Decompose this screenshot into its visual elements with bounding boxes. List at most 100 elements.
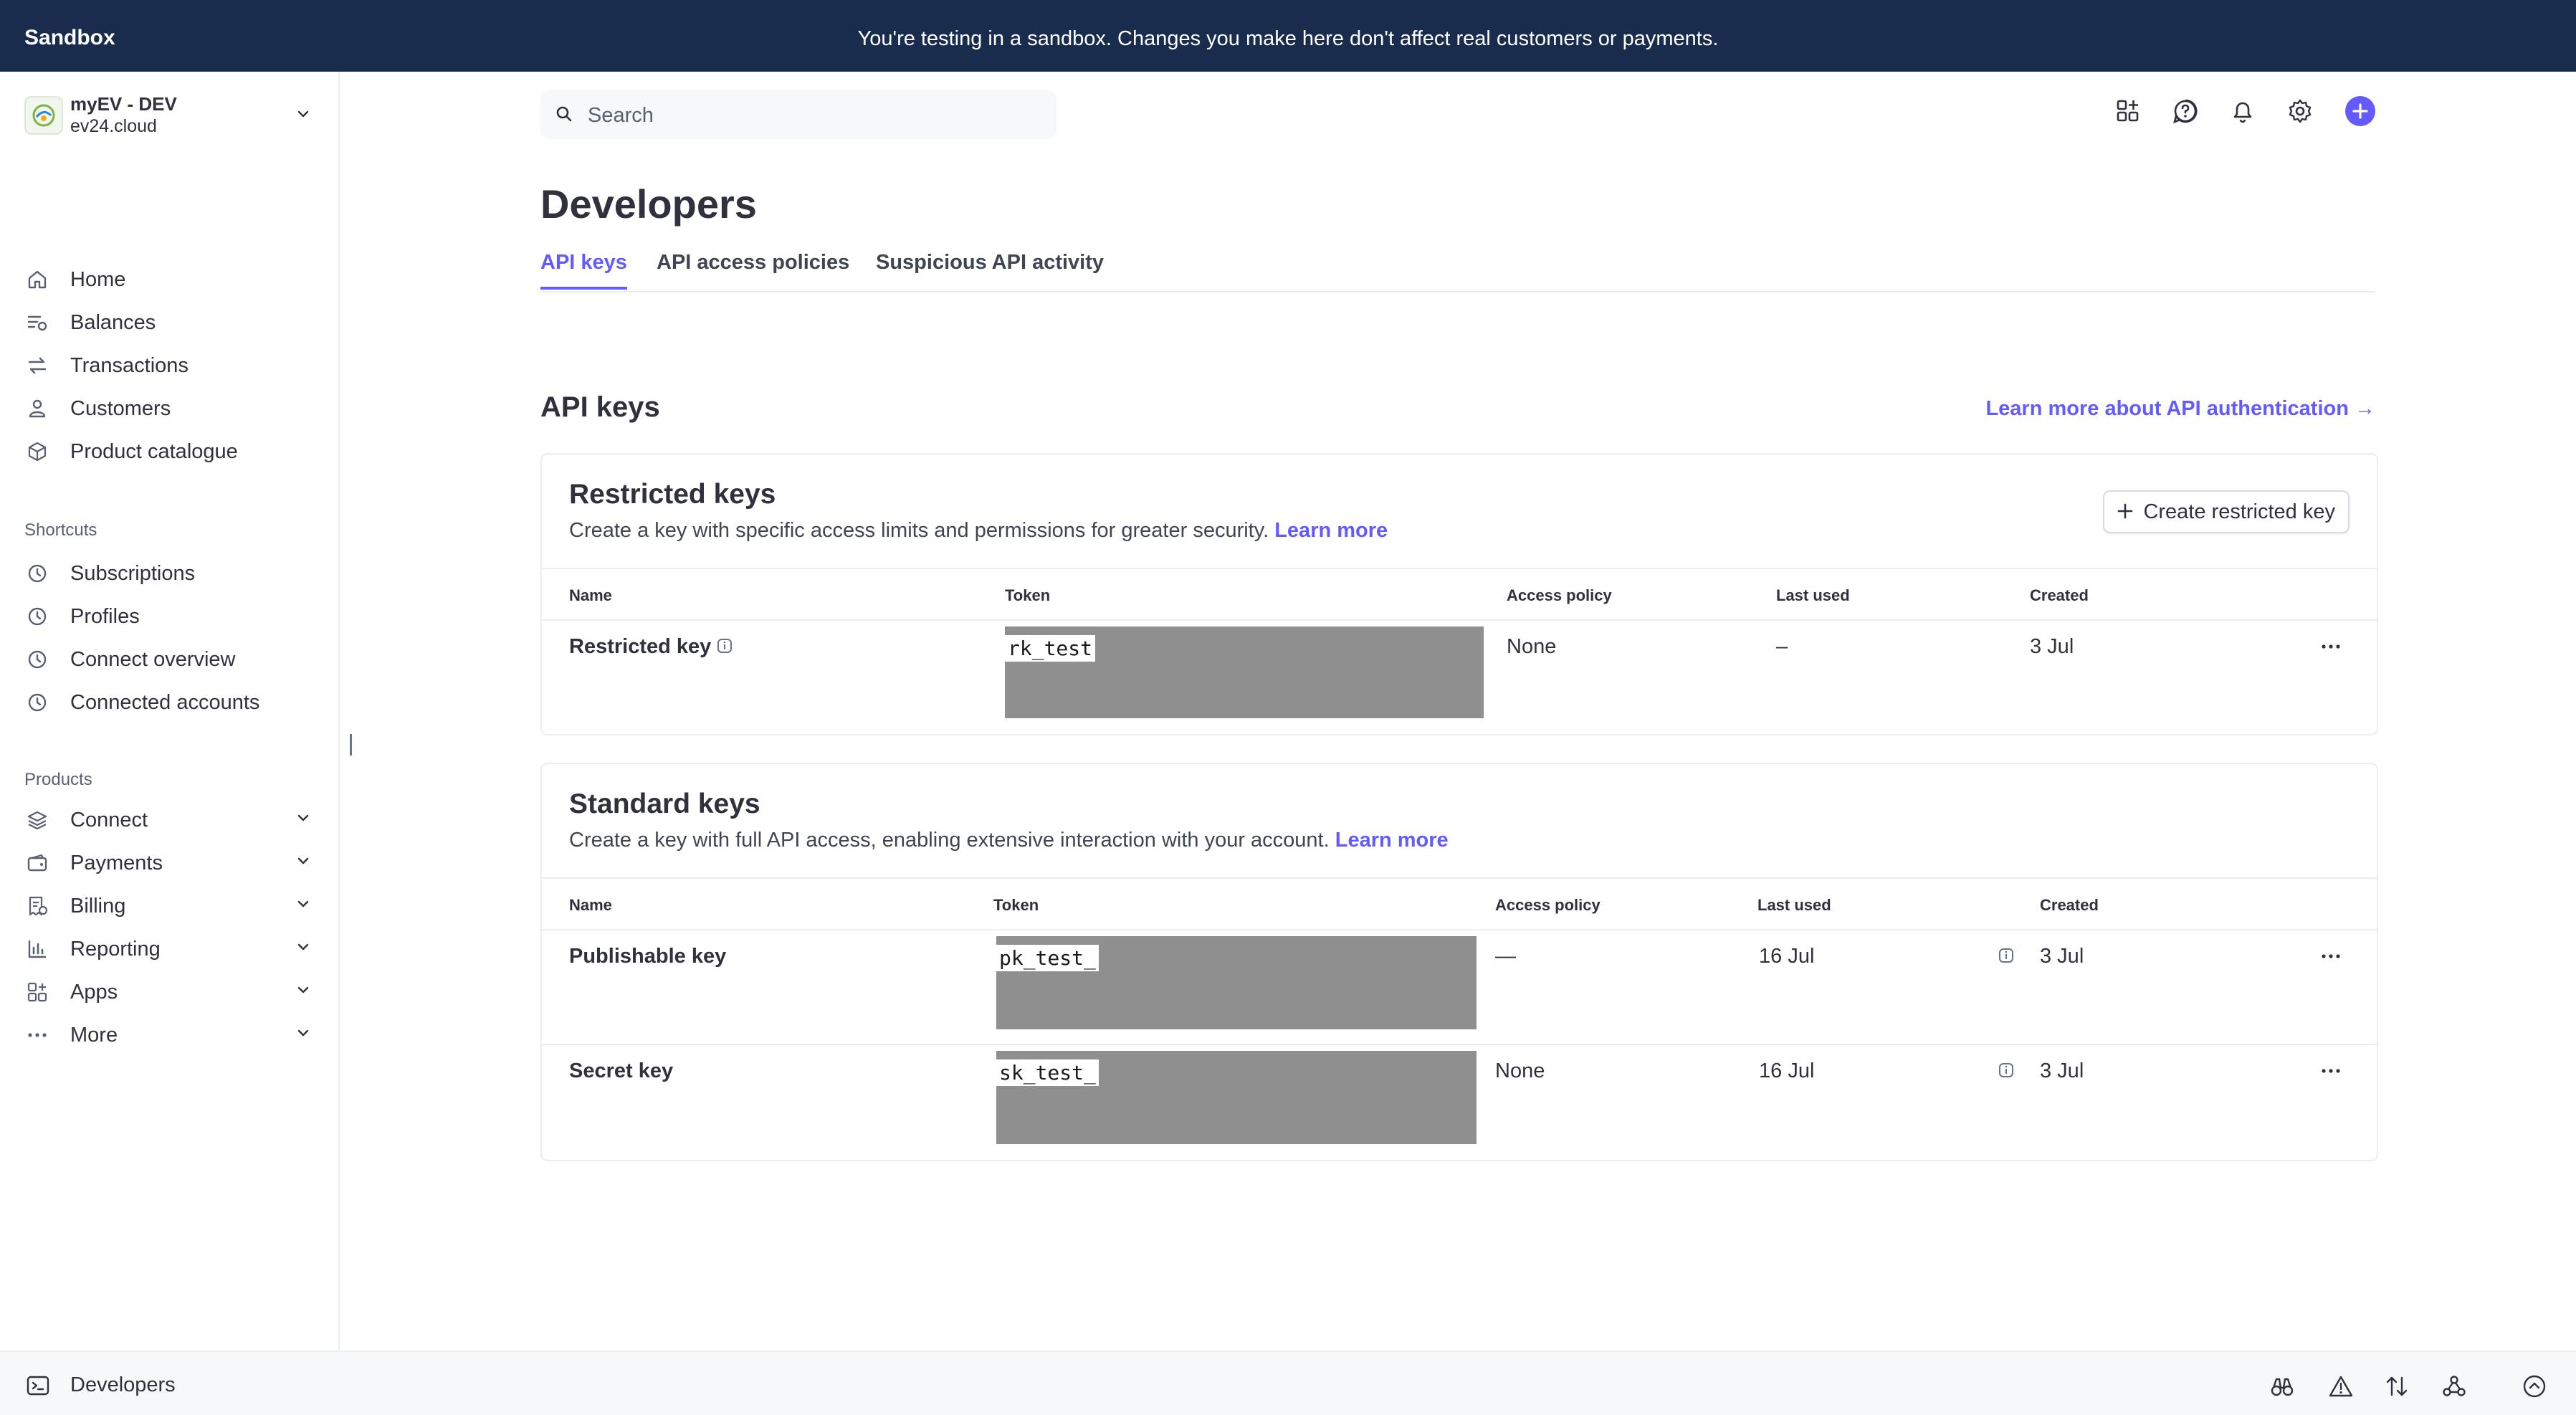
chevron-down-icon (297, 1029, 309, 1037)
divider (542, 929, 2377, 930)
products-title: Products (24, 770, 92, 789)
payments-icon (27, 854, 47, 872)
customers-icon (29, 399, 46, 418)
sidebar-item-label: Connected accounts (70, 691, 260, 714)
row-actions-icon[interactable] (2317, 639, 2345, 654)
last-used-value: – (1776, 635, 1788, 658)
standard-learn-more-link[interactable]: Learn more (1335, 829, 1449, 852)
sidebar-item-label: Billing (70, 895, 126, 918)
key-name: Restricted key (569, 635, 712, 658)
create-plus-button[interactable] (2345, 96, 2375, 126)
settings-gear-icon[interactable] (2285, 96, 2315, 126)
sidebar-item-customers[interactable]: Customers (24, 389, 311, 426)
sidebar-item-transactions[interactable]: Transactions (24, 346, 311, 383)
column-header-token: Token (993, 896, 1039, 914)
developers-label: Developers (70, 1373, 176, 1396)
key-name: Publishable key (569, 945, 727, 968)
created-value: 3 Jul (2040, 1059, 2084, 1082)
divider (542, 568, 2377, 569)
sidebar-item-connected-accounts[interactable]: Connected accounts (24, 682, 311, 720)
tab-api-keys[interactable]: API keys (540, 251, 627, 290)
sidebar-resize-handle[interactable] (350, 734, 352, 756)
sidebar-item-label: Product catalogue (70, 440, 238, 463)
column-header-created: Created (2040, 896, 2099, 914)
sidebar-item-payments[interactable]: Payments (24, 843, 311, 880)
access-policy-value: None (1495, 1059, 1545, 1082)
sidebar-item-subscriptions[interactable]: Subscriptions (24, 553, 311, 591)
account-switcher[interactable]: myEV - DEV ev24.cloud (24, 92, 311, 140)
bell-icon[interactable] (2228, 96, 2258, 126)
search-icon (556, 106, 572, 122)
section-title: API keys (540, 391, 660, 423)
standard-keys-title: Standard keys (569, 789, 760, 819)
create-restricted-key-button[interactable]: Create restricted key (2103, 490, 2350, 533)
token-prefix[interactable]: rk_test (1005, 635, 1096, 662)
balances-icon (27, 315, 47, 331)
sidebar-item-reporting[interactable]: Reporting (24, 929, 311, 966)
apps-icon (27, 982, 47, 1002)
sidebar-item-connect-overview[interactable]: Connect overview (24, 639, 311, 677)
access-policy-value: None (1507, 635, 1557, 658)
divider (542, 1044, 2377, 1045)
clock-icon (28, 564, 47, 583)
restricted-keys-description: Create a key with specific access limits… (569, 519, 1388, 543)
token-prefix[interactable]: sk_test_ (996, 1059, 1099, 1086)
sidebar-item-profiles[interactable]: Profiles (24, 596, 311, 634)
chevron-down-icon (297, 943, 309, 951)
restricted-keys-card: Restricted keys Create a key with specif… (540, 453, 2378, 735)
last-used-value: 16 Jul (1759, 945, 1815, 968)
key-name: Secret key (569, 1059, 674, 1082)
chevron-down-icon (297, 900, 309, 907)
apps-grid-icon[interactable] (2113, 96, 2143, 126)
standard-keys-description: Create a key with full API access, enabl… (569, 829, 1449, 852)
binoculars-icon[interactable] (2269, 1373, 2295, 1399)
transactions-icon (28, 357, 47, 374)
sidebar-item-label: Payments (70, 852, 163, 875)
sidebar-item-label: Connect overview (70, 648, 236, 671)
clock-icon (28, 650, 47, 669)
sort-arrows-icon[interactable] (2384, 1373, 2410, 1399)
column-header-name: Name (569, 586, 612, 604)
tab-suspicious-api-activity[interactable]: Suspicious API activity (876, 251, 1104, 275)
sidebar-item-home[interactable]: Home (24, 259, 311, 297)
sidebar-item-product-catalogue[interactable]: Product catalogue (24, 432, 311, 469)
token-prefix[interactable]: pk_test_ (996, 945, 1099, 971)
sidebar-item-label: Balances (70, 311, 156, 334)
shortcuts-title: Shortcuts (24, 520, 97, 540)
sandbox-message: You're testing in a sandbox. Changes you… (857, 27, 1719, 50)
divider (542, 877, 2377, 879)
sidebar-item-connect[interactable]: Connect (24, 800, 311, 837)
app-frame: myEV - DEV ev24.cloud Home Balances Tran… (0, 72, 2576, 1415)
sidebar-item-apps[interactable]: Apps (24, 972, 311, 1009)
info-icon[interactable] (1998, 948, 2014, 963)
info-icon[interactable] (717, 638, 733, 654)
column-header-last-used: Last used (1776, 586, 1850, 604)
webhooks-icon[interactable] (2441, 1373, 2467, 1399)
warning-icon[interactable] (2328, 1373, 2354, 1399)
column-header-access-policy: Access policy (1495, 896, 1601, 914)
sidebar-item-billing[interactable]: Billing (24, 886, 311, 923)
sidebar-item-balances[interactable]: Balances (24, 302, 311, 340)
restricted-learn-more-link[interactable]: Learn more (1274, 519, 1388, 542)
column-header-name: Name (569, 896, 612, 914)
sidebar-item-more[interactable]: More (24, 1015, 311, 1052)
row-actions-icon[interactable] (2317, 1064, 2345, 1078)
search-box[interactable] (540, 90, 1056, 139)
sidebar: myEV - DEV ev24.cloud Home Balances Tran… (0, 72, 340, 1350)
restricted-keys-description-text: Create a key with specific access limits… (569, 519, 1269, 542)
help-icon[interactable] (2170, 96, 2200, 126)
info-icon[interactable] (1998, 1062, 2014, 1078)
terminal-icon (27, 1376, 49, 1396)
sidebar-item-label: Transactions (70, 354, 189, 377)
created-value: 3 Jul (2030, 635, 2074, 658)
tab-api-access-policies[interactable]: API access policies (657, 251, 849, 275)
page-title: Developers (540, 181, 757, 227)
sidebar-item-label: Profiles (70, 605, 140, 628)
chevron-up-circle-icon[interactable] (2522, 1373, 2547, 1399)
learn-more-auth-link[interactable]: Learn more about API authentication → (1985, 397, 2375, 421)
search-input[interactable] (586, 100, 1034, 130)
sidebar-item-label: More (70, 1024, 118, 1047)
row-actions-icon[interactable] (2317, 949, 2345, 963)
account-domain: ev24.cloud (70, 116, 157, 136)
sidebar-item-label: Reporting (70, 938, 161, 961)
